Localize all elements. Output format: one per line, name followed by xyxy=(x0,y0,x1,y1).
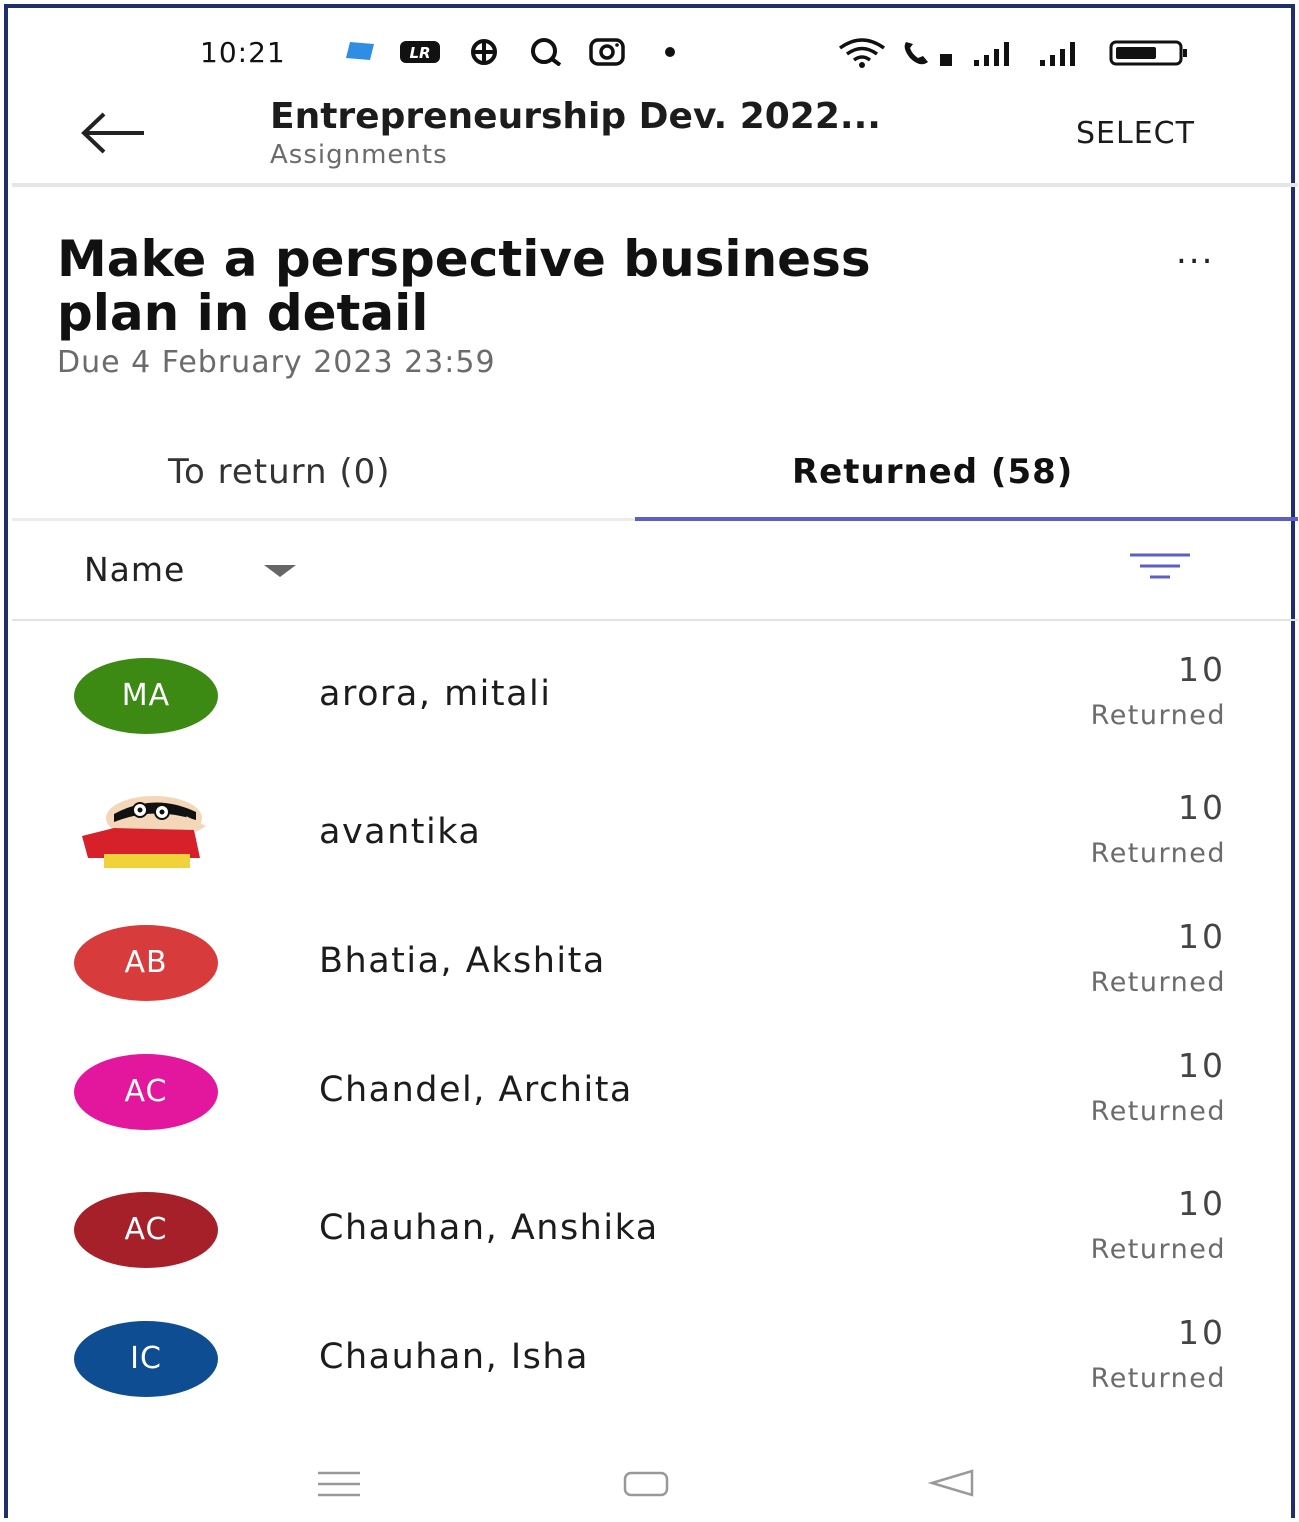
student-row[interactable]: IC Chauhan, Isha 10 Returned xyxy=(12,1313,1298,1441)
avatar: AC xyxy=(74,1054,218,1130)
sort-by-name-button[interactable]: Name xyxy=(84,550,185,589)
status-time: 10:21 xyxy=(200,36,286,69)
more-options-button[interactable]: ... xyxy=(1176,232,1214,272)
battery-icon xyxy=(1109,40,1187,66)
student-score: 10 xyxy=(1178,650,1226,689)
student-score: 10 xyxy=(1178,917,1226,956)
app-header: Entrepreneurship Dev. 2022... Assignment… xyxy=(0,90,1299,186)
tab-returned[interactable]: Returned (58) xyxy=(792,452,1073,492)
student-score: 10 xyxy=(1178,1046,1226,1085)
student-score: 10 xyxy=(1178,1184,1226,1223)
filter-icon[interactable] xyxy=(1128,552,1192,582)
avatar: AB xyxy=(74,925,218,1001)
student-row[interactable]: AB Bhatia, Akshita 10 Returned xyxy=(12,917,1298,1045)
student-score: 10 xyxy=(1178,788,1226,827)
avatar: AC xyxy=(74,1192,218,1268)
list-divider xyxy=(12,619,1298,621)
student-status: Returned xyxy=(1090,1234,1226,1265)
student-name: Bhatia, Akshita xyxy=(319,941,606,981)
active-tab-indicator xyxy=(635,517,1298,521)
instagram-icon xyxy=(589,38,625,66)
student-row[interactable]: avantika 10 Returned xyxy=(12,788,1298,916)
student-status: Returned xyxy=(1090,1096,1226,1127)
tab-to-return[interactable]: To return (0) xyxy=(168,452,391,492)
student-score: 10 xyxy=(1178,1313,1226,1352)
status-bar: 10:21 LR xyxy=(0,30,1299,80)
call-icon xyxy=(904,42,952,66)
student-row[interactable]: MA arora, mitali 10 Returned xyxy=(12,650,1298,778)
student-row[interactable]: AC Chauhan, Anshika 10 Returned xyxy=(12,1184,1298,1312)
select-button[interactable]: SELECT xyxy=(1076,116,1195,151)
class-subtitle: Assignments xyxy=(270,140,448,170)
avatar xyxy=(74,796,218,872)
avatar: IC xyxy=(74,1321,218,1397)
header-divider xyxy=(12,183,1298,187)
signal-icon xyxy=(1040,42,1075,66)
lr-icon: LR xyxy=(400,41,440,63)
student-name: avantika xyxy=(319,812,482,852)
wifi-icon xyxy=(838,38,886,68)
system-nav-bar xyxy=(0,1458,1299,1508)
student-name: Chandel, Archita xyxy=(319,1070,633,1110)
due-date: Due 4 February 2023 23:59 xyxy=(57,345,496,380)
settings-icon xyxy=(471,39,497,65)
student-status: Returned xyxy=(1090,1363,1226,1394)
student-name: Chauhan, Anshika xyxy=(319,1208,659,1248)
student-name: arora, mitali xyxy=(319,674,552,714)
signal-icon xyxy=(974,42,1009,66)
assignment-title: Make a perspective business plan in deta… xyxy=(57,230,871,342)
search-app-icon xyxy=(531,38,562,66)
avatar: MA xyxy=(74,658,218,734)
chevron-down-icon[interactable] xyxy=(264,565,296,577)
dot-icon xyxy=(665,47,675,57)
back-triangle-icon[interactable] xyxy=(928,1468,976,1498)
svg-text:LR: LR xyxy=(409,44,430,62)
app-icon xyxy=(346,42,374,60)
student-status: Returned xyxy=(1090,700,1226,731)
student-name: Chauhan, Isha xyxy=(319,1337,590,1377)
menu-icon[interactable] xyxy=(316,1470,362,1498)
home-icon[interactable] xyxy=(622,1470,670,1498)
class-title: Entrepreneurship Dev. 2022... xyxy=(270,96,881,137)
student-status: Returned xyxy=(1090,838,1226,869)
student-status: Returned xyxy=(1090,967,1226,998)
back-arrow-icon[interactable] xyxy=(78,108,148,158)
student-row[interactable]: AC Chandel, Archita 10 Returned xyxy=(12,1046,1298,1174)
